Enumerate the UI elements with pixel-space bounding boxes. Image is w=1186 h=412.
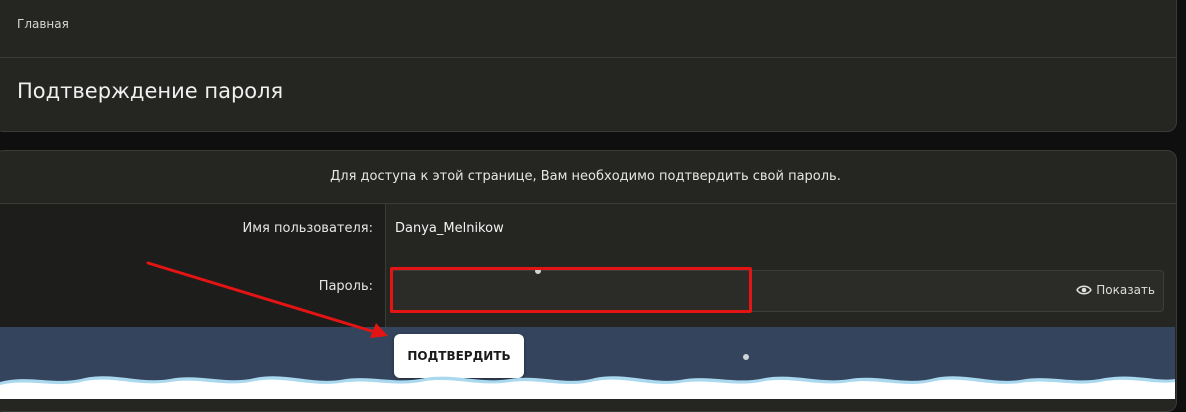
show-password-toggle[interactable]: Показать: [1076, 283, 1155, 297]
page-title: Подтверждение пароля: [17, 79, 284, 103]
access-notice: Для доступа к этой странице, Вам необход…: [0, 151, 1176, 204]
breadcrumb[interactable]: Главная: [17, 17, 69, 31]
snow-particle: [743, 354, 749, 360]
snow-decoration: [0, 376, 1175, 399]
eye-icon: [1076, 285, 1093, 295]
breadcrumb-row: Главная: [0, 0, 1176, 58]
password-label: Пароль:: [318, 279, 373, 294]
show-password-label: Показать: [1096, 283, 1155, 297]
username-label: Имя пользователя:: [242, 221, 373, 236]
header-panel: Главная Подтверждение пароля: [0, 0, 1177, 132]
labels-column: Имя пользователя: Пароль:: [0, 204, 386, 328]
password-field[interactable]: Показать: [391, 270, 1164, 312]
cursor-dot: [535, 268, 541, 274]
username-value: Danya_Melnikow: [395, 221, 504, 236]
